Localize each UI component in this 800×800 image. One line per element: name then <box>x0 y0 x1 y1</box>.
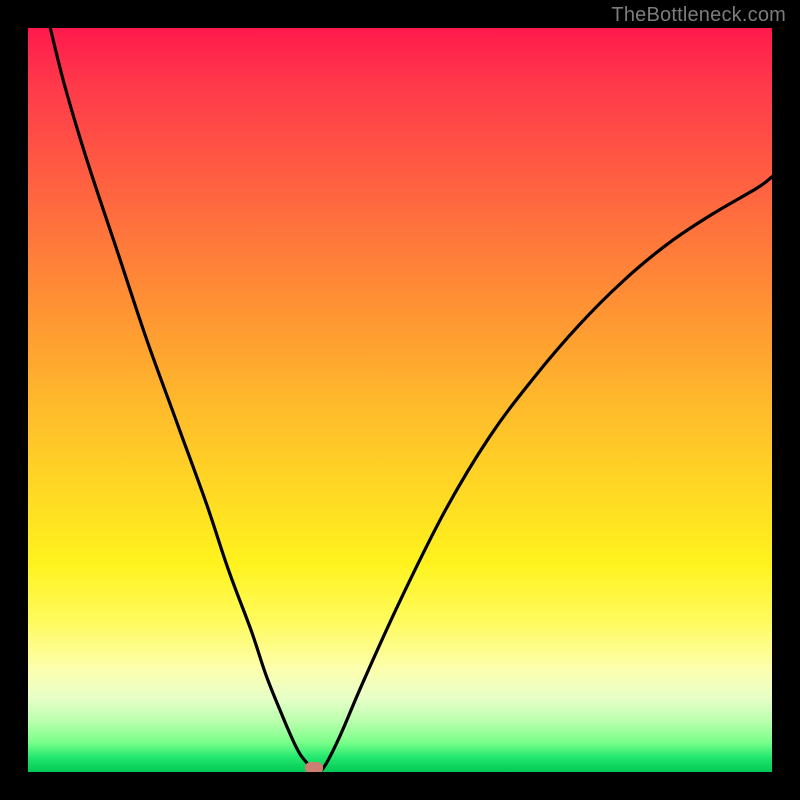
optimum-marker <box>305 762 323 772</box>
chart-frame: TheBottleneck.com <box>0 0 800 800</box>
watermark-text: TheBottleneck.com <box>611 4 786 27</box>
plot-area <box>28 28 772 772</box>
bottleneck-curve <box>28 28 772 772</box>
